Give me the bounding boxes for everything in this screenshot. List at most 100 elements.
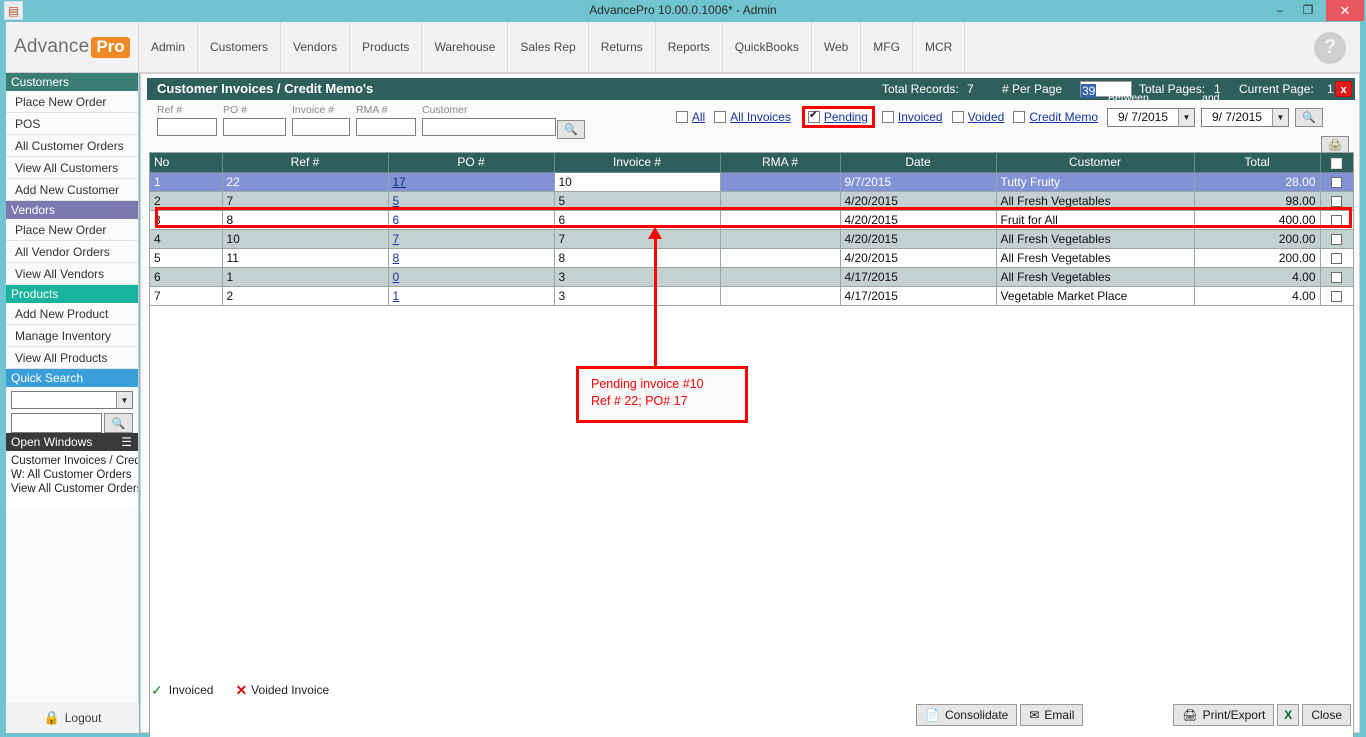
chevron-down-icon[interactable]: ▼ (1178, 109, 1194, 126)
filter-invoiced[interactable]: Invoiced (882, 110, 943, 124)
nav-item-mfg[interactable]: MFG (861, 22, 913, 72)
table-row[interactable]: 410774/20/2015All Fresh Vegetables200.00 (150, 229, 1353, 248)
voided-label[interactable]: Voided (968, 110, 1005, 124)
invoiced-label[interactable]: Invoiced (898, 110, 943, 124)
cell-row-checkbox[interactable] (1320, 286, 1353, 305)
column-header-ref[interactable]: Ref # (222, 153, 388, 172)
column-header-po[interactable]: PO # (388, 153, 554, 172)
chevron-down-icon[interactable]: ▼ (1272, 109, 1288, 126)
export-excel-button[interactable]: X (1277, 704, 1299, 726)
date-from-picker[interactable]: 9/ 7/2015 ▼ (1107, 108, 1195, 127)
cell-row-checkbox[interactable] (1320, 267, 1353, 286)
all-checkbox[interactable] (676, 111, 688, 123)
email-button[interactable]: ✉ Email (1020, 704, 1083, 726)
table-row[interactable]: 12217109/7/2015Tutty Fruity28.00 (150, 172, 1353, 191)
invoice-input[interactable] (292, 118, 350, 136)
row-checkbox[interactable] (1331, 272, 1342, 283)
row-checkbox[interactable] (1331, 234, 1342, 245)
pending-checkbox[interactable] (808, 111, 820, 123)
print-export-button[interactable]: 🖨 Print/Export (1173, 704, 1274, 726)
cell-po-link[interactable]: 1 (393, 289, 400, 303)
filter-credit-memo[interactable]: Credit Memo (1013, 110, 1098, 124)
filter-pending-highlighted[interactable]: Pending (802, 106, 875, 128)
cell-row-checkbox[interactable] (1320, 229, 1353, 248)
nav-item-web[interactable]: Web (812, 22, 861, 72)
row-checkbox[interactable] (1331, 177, 1342, 188)
close-panel-button[interactable]: x (1335, 81, 1352, 97)
quick-search-button[interactable]: 🔍 (104, 413, 133, 433)
nav-item-customers[interactable]: Customers (198, 22, 281, 72)
column-header-customer[interactable]: Customer (996, 153, 1194, 172)
column-header-date[interactable]: Date (840, 153, 996, 172)
cell-po-link[interactable]: 6 (393, 213, 400, 227)
close-window-button[interactable]: ✕ (1326, 0, 1364, 21)
customer-input[interactable] (422, 118, 556, 136)
cell-po[interactable]: 1 (388, 286, 554, 305)
table-row[interactable]: 61034/17/2015All Fresh Vegetables4.00 (150, 267, 1353, 286)
logout-button[interactable]: 🔒 Logout (6, 703, 139, 733)
cell-po[interactable]: 5 (388, 191, 554, 210)
rma-input[interactable] (356, 118, 416, 136)
sidebar-item-view-all-vendors[interactable]: View All Vendors (6, 263, 138, 285)
nav-item-returns[interactable]: Returns (589, 22, 656, 72)
cell-po-link[interactable]: 7 (393, 232, 400, 246)
row-checkbox[interactable] (1331, 196, 1342, 207)
invoices-grid[interactable]: No Ref # PO # Invoice # RMA # Date Custo… (149, 152, 1354, 737)
credit-memo-label[interactable]: Credit Memo (1029, 110, 1098, 124)
filter-all-invoices[interactable]: All Invoices (714, 110, 791, 124)
table-row[interactable]: 72134/17/2015Vegetable Market Place4.00 (150, 286, 1353, 305)
sidebar-item-add-new-customer[interactable]: Add New Customer (6, 179, 138, 201)
row-checkbox[interactable] (1331, 215, 1342, 226)
column-header-rma[interactable]: RMA # (720, 153, 840, 172)
cell-row-checkbox[interactable] (1320, 172, 1353, 191)
all-invoices-checkbox[interactable] (714, 111, 726, 123)
column-header-total[interactable]: Total (1194, 153, 1320, 172)
column-header-select-all[interactable] (1320, 153, 1353, 172)
consolidate-button[interactable]: 📄 Consolidate (916, 704, 1017, 726)
cell-po-link[interactable]: 5 (393, 194, 400, 208)
nav-item-sales-rep[interactable]: Sales Rep (508, 22, 588, 72)
date-to-picker[interactable]: 9/ 7/2015 ▼ (1201, 108, 1289, 127)
column-header-no[interactable]: No (150, 153, 222, 172)
voided-checkbox[interactable] (952, 111, 964, 123)
row-checkbox[interactable] (1331, 291, 1342, 302)
cell-po[interactable]: 7 (388, 229, 554, 248)
nav-item-reports[interactable]: Reports (656, 22, 723, 72)
row-checkbox[interactable] (1331, 253, 1342, 264)
cell-row-checkbox[interactable] (1320, 248, 1353, 267)
cell-po[interactable]: 17 (388, 172, 554, 191)
date-search-button[interactable]: 🔍 (1295, 108, 1323, 127)
select-all-checkbox[interactable] (1331, 158, 1342, 169)
sidebar-item-place-new-order-vendor[interactable]: Place New Order (6, 219, 138, 241)
minimize-button[interactable]: – (1266, 0, 1294, 21)
quick-search-input[interactable] (11, 413, 102, 433)
filter-voided[interactable]: Voided (952, 110, 1005, 124)
maximize-button[interactable]: ❐ (1294, 0, 1322, 21)
cell-po[interactable]: 8 (388, 248, 554, 267)
sidebar-item-pos[interactable]: POS (6, 113, 138, 135)
cell-po-link[interactable]: 0 (393, 270, 400, 284)
all-label[interactable]: All (692, 110, 705, 124)
po-input[interactable] (223, 118, 286, 136)
cell-po-link[interactable]: 17 (393, 175, 406, 189)
ref-input[interactable] (157, 118, 217, 136)
quick-search-select[interactable]: ▼ (11, 391, 133, 409)
close-button[interactable]: Close (1302, 704, 1351, 726)
open-window-item-customer-invoices[interactable]: Customer Invoices / Credit I (11, 454, 138, 468)
cell-row-checkbox[interactable] (1320, 210, 1353, 229)
help-icon[interactable]: ? (1314, 32, 1346, 64)
table-row[interactable]: 38664/20/2015Fruit for All400.00 (150, 210, 1353, 229)
nav-item-warehouse[interactable]: Warehouse (422, 22, 508, 72)
filter-search-button[interactable]: 🔍 (557, 120, 585, 139)
sidebar-item-view-all-customers[interactable]: View All Customers (6, 157, 138, 179)
nav-item-admin[interactable]: Admin (139, 22, 198, 72)
column-header-invoice[interactable]: Invoice # (554, 153, 720, 172)
cell-po[interactable]: 0 (388, 267, 554, 286)
sidebar-item-manage-inventory[interactable]: Manage Inventory (6, 325, 138, 347)
sidebar-item-all-customer-orders[interactable]: All Customer Orders (6, 135, 138, 157)
nav-item-mcr[interactable]: MCR (913, 22, 965, 72)
pending-label[interactable]: Pending (824, 110, 868, 124)
credit-memo-checkbox[interactable] (1013, 111, 1025, 123)
sidebar-item-add-new-product[interactable]: Add New Product (6, 303, 138, 325)
cell-row-checkbox[interactable] (1320, 191, 1353, 210)
